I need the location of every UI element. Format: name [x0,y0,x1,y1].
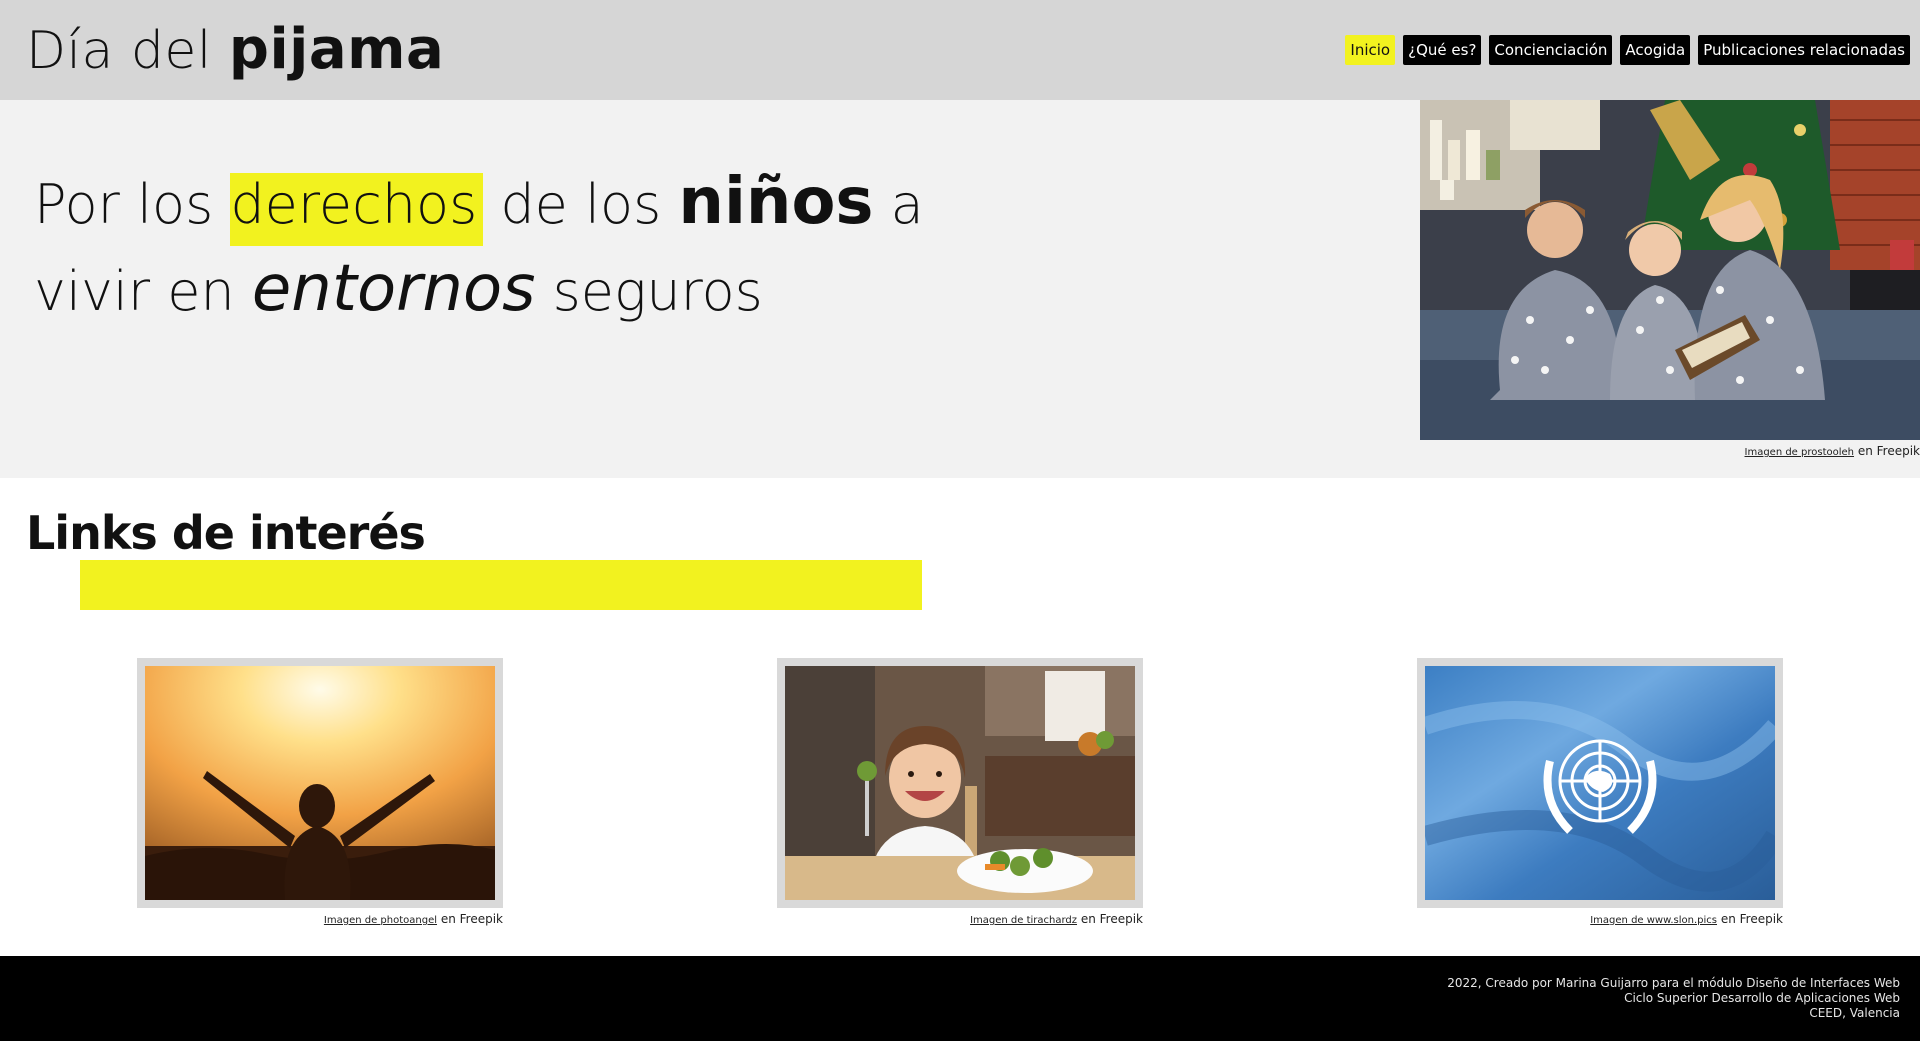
link-card-image-link[interactable] [777,658,1143,908]
hero-text-6: vivir en [34,260,252,323]
card-image-credit: Imagen de tirachardz en Freepik [777,912,1143,926]
link-card: Imagen de photoangel en Freepik [137,658,503,926]
united-nations-flag-photo [1425,666,1775,900]
links-section-title: Links de interés [26,506,426,560]
logo-bold-text: pijama [228,17,445,82]
family-reading-christmas-photo [1420,100,1920,440]
sunset-arms-raised-photo [145,666,495,900]
card-image-credit: Imagen de www.slon.pics en Freepik [1417,912,1783,926]
section-title-block: Links de interés [26,502,926,610]
link-card-image-link[interactable] [1417,658,1783,908]
hero-credit-link[interactable]: Imagen de prostooleh [1745,447,1855,458]
main-nav: Inicio ¿Qué es? Concienciación Acogida P… [1345,35,1910,65]
hero-credit-suffix: en Freepik [1854,444,1920,458]
footer-credits: 2022, Creado por Marina Guijarro para el… [1447,976,1900,1021]
link-card: Imagen de www.slon.pics en Freepik [1417,658,1783,926]
nav-item-inicio[interactable]: Inicio [1345,35,1396,65]
card-credit-suffix: en Freepik [437,912,503,926]
nav-item-publicaciones[interactable]: Publicaciones relacionadas [1698,35,1910,65]
card-credit-suffix: en Freepik [1077,912,1143,926]
hero-text-1: Por los [34,173,231,236]
link-card-image-link[interactable] [137,658,503,908]
card-credit-link[interactable]: Imagen de photoangel [324,915,437,926]
hero-highlight-derechos: derechos [230,173,484,246]
hero-bold-ninos: niños [678,165,874,239]
nav-item-que-es[interactable]: ¿Qué es? [1403,35,1482,65]
site-header: Día del pijama Inicio ¿Qué es? Concienci… [0,0,1920,100]
girl-eating-vegetables-photo [785,666,1135,900]
site-logo[interactable]: Día del pijama [26,14,444,87]
card-credit-link[interactable]: Imagen de www.slon.pics [1590,915,1717,926]
hero-italic-entornos: entornos [251,252,536,326]
footer-line-course: Ciclo Superior Desarrollo de Aplicacione… [1624,991,1900,1005]
hero-text-3: de los [483,173,679,236]
logo-light-text: Día del [26,21,212,81]
links-section: Links de interés Imagen de photoangel en… [0,478,1920,956]
hero-text-5: a [873,173,924,236]
hero-image-credit: Imagen de prostooleh en Freepik [1745,444,1920,458]
hero-headline: Por los derechos de los niños a vivir en … [34,160,934,334]
title-highlight-bar [80,560,922,610]
card-credit-link[interactable]: Imagen de tirachardz [970,915,1077,926]
hero-section: Por los derechos de los niños a vivir en … [0,100,1920,478]
card-credit-suffix: en Freepik [1717,912,1783,926]
link-card: Imagen de tirachardz en Freepik [777,658,1143,926]
footer-line-author: 2022, Creado por Marina Guijarro para el… [1447,976,1900,990]
hero-text-8: seguros [535,260,763,323]
card-image-credit: Imagen de photoangel en Freepik [137,912,503,926]
nav-item-concienciacion[interactable]: Concienciación [1489,35,1613,65]
footer-line-school: CEED, Valencia [1809,1006,1900,1020]
nav-item-acogida[interactable]: Acogida [1620,35,1691,65]
site-footer: 2022, Creado por Marina Guijarro para el… [0,956,1920,1041]
